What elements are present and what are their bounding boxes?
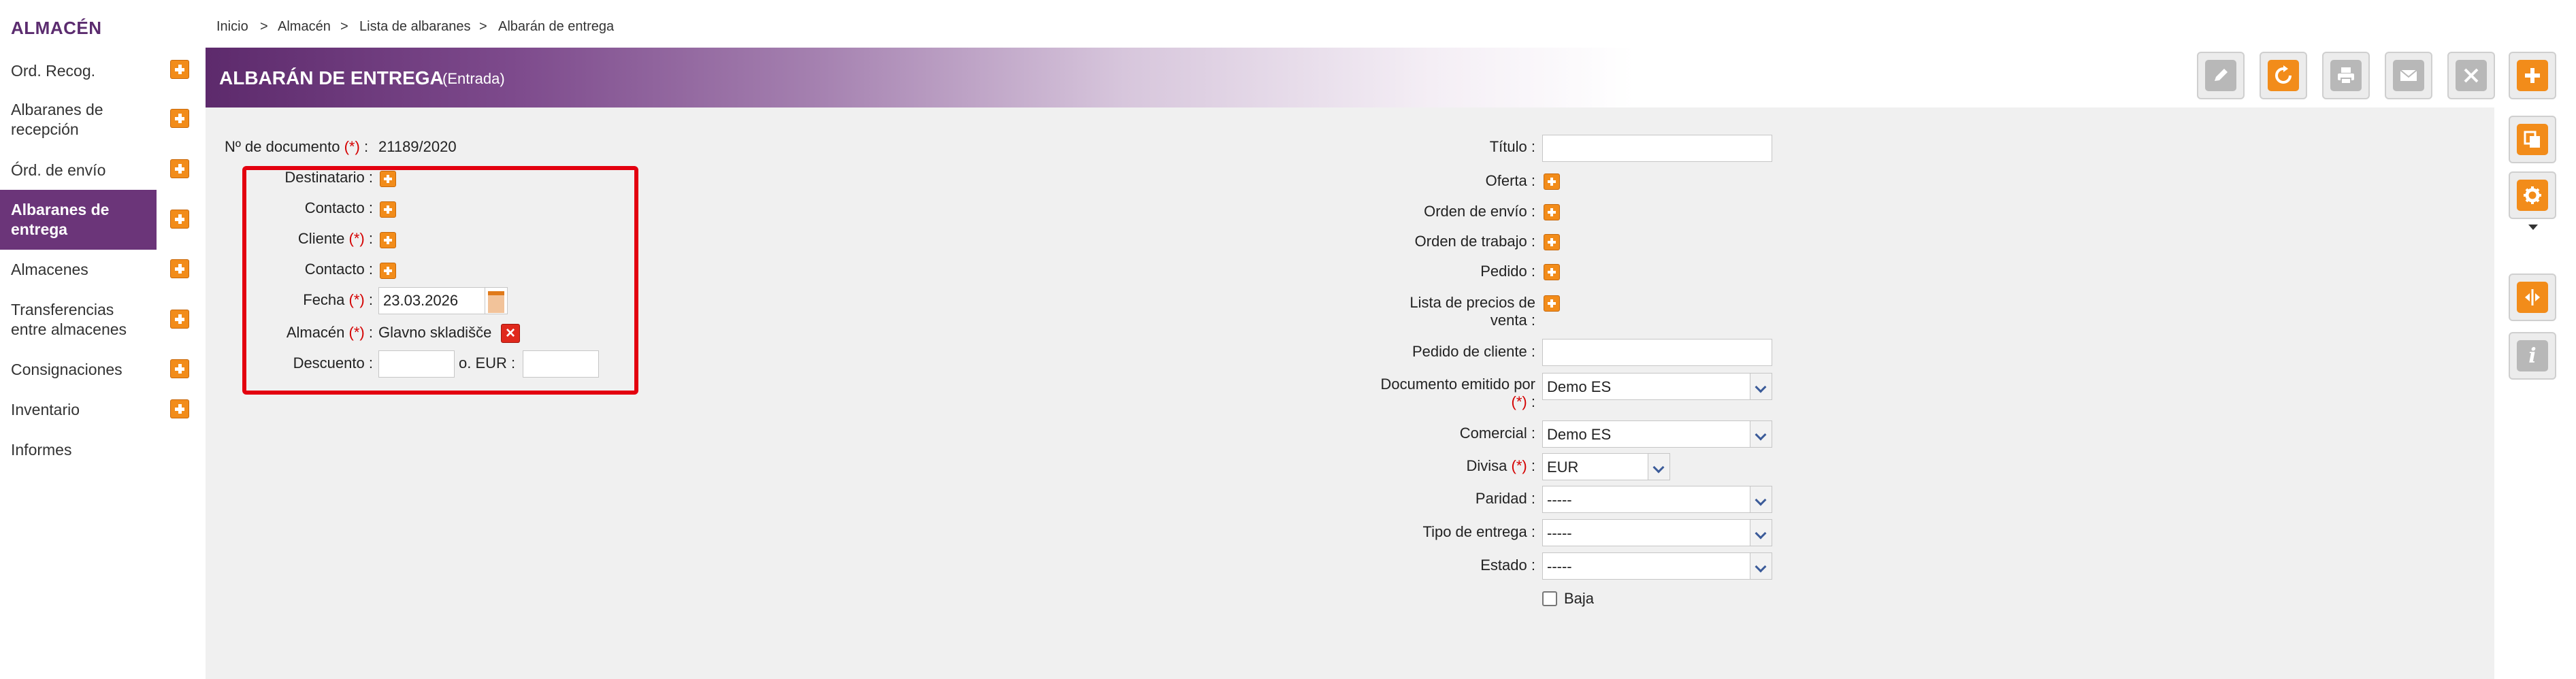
sidebar-item-label: Albaranes de entrega <box>11 201 110 238</box>
add-consignacion-icon[interactable] <box>170 359 189 378</box>
add-orden-trabajo-icon[interactable] <box>1544 234 1560 250</box>
sidebar-item-label: Inventario <box>11 400 80 418</box>
copy-button[interactable] <box>2509 116 2556 163</box>
sidebar-item-label: Informes <box>11 440 72 459</box>
baja-label: Baja <box>1564 590 1595 607</box>
close-icon <box>2456 60 2487 91</box>
comercial-label: Comercial : <box>1459 425 1535 442</box>
divisa-label: Divisa (*) : <box>1466 457 1536 474</box>
divisa-value: EUR <box>1547 459 1579 476</box>
estado-label: Estado : <box>1480 557 1535 574</box>
add-ord-envio-icon[interactable] <box>170 159 189 178</box>
edit-button[interactable] <box>2197 52 2245 99</box>
highlight-box <box>242 166 638 395</box>
comercial-value: Demo ES <box>1547 426 1612 443</box>
print-button[interactable] <box>2322 52 2370 99</box>
add-oferta-icon[interactable] <box>1544 173 1560 190</box>
add-albaran-recepcion-icon[interactable] <box>170 109 189 128</box>
add-lista-precios-icon[interactable] <box>1544 295 1560 312</box>
page-title: ALBARÁN DE ENTREGA <box>219 67 444 88</box>
edit-icon <box>2205 60 2236 91</box>
doc-number-value: 21189/2020 <box>378 138 457 155</box>
lista-precios-label: Lista de precios de venta : <box>1409 294 1535 329</box>
sidebar-item-label: Órd. de envío <box>11 161 106 179</box>
settings-dropdown-icon[interactable] <box>2528 225 2538 230</box>
titulo-input[interactable] <box>1542 135 1772 162</box>
sidebar: ALMACÉN Ord. Recog. Albaranes de recepci… <box>0 0 206 679</box>
breadcrumb-almacen[interactable]: Almacén <box>278 19 331 35</box>
copy-icon <box>2517 124 2548 155</box>
email-button[interactable] <box>2385 52 2432 99</box>
close-button[interactable] <box>2447 52 2495 99</box>
breadcrumb-separator: > <box>340 19 348 34</box>
breadcrumb-separator: > <box>260 19 268 34</box>
doc-emitido-select[interactable]: Demo ES <box>1542 373 1772 400</box>
breadcrumb-separator: > <box>479 19 487 34</box>
add-transferencia-icon[interactable] <box>170 310 189 329</box>
gear-icon <box>2517 180 2548 211</box>
breadcrumb-lista-albaranes[interactable]: Lista de albaranes <box>359 19 470 35</box>
sidebar-item-label: Almacenes <box>11 260 88 278</box>
chevron-down-icon <box>1750 374 1772 399</box>
sidebar-item-informes[interactable]: Informes <box>0 436 206 463</box>
pedido-cliente-input[interactable] <box>1542 339 1772 366</box>
pedido-cliente-label: Pedido de cliente : <box>1412 343 1535 360</box>
add-pedido-icon[interactable] <box>1544 264 1560 280</box>
baja-checkbox[interactable] <box>1542 591 1557 606</box>
add-inventario-icon[interactable] <box>170 399 189 418</box>
chevron-down-icon <box>1648 454 1669 480</box>
refresh-icon <box>2268 60 2299 91</box>
breadcrumb-inicio[interactable]: Inicio <box>216 19 248 35</box>
sidebar-item-label: Consignaciones <box>11 360 123 378</box>
breadcrumb: Inicio > Almacén > Lista de albaranes > … <box>206 0 2576 48</box>
add-icon <box>2517 60 2548 91</box>
doc-number-label: Nº de documento (*) : <box>225 138 369 155</box>
oferta-label: Oferta : <box>1485 172 1535 189</box>
chevron-down-icon <box>1750 520 1772 546</box>
page-subtitle: (Entrada) <box>442 70 505 87</box>
split-icon <box>2517 282 2548 313</box>
paridad-select[interactable]: ----- <box>1542 486 1772 513</box>
comercial-select[interactable]: Demo ES <box>1542 420 1772 448</box>
estado-select[interactable]: ----- <box>1542 552 1772 580</box>
tipo-entrega-label: Tipo de entrega : <box>1422 523 1535 540</box>
page-header <box>206 48 2247 107</box>
tipo-entrega-value: ----- <box>1547 525 1572 542</box>
print-icon <box>2330 60 2362 91</box>
breadcrumb-albaran-entrega: Albarán de entrega <box>498 19 615 34</box>
add-orden-envio-icon[interactable] <box>1544 204 1560 220</box>
doc-emitido-value: Demo ES <box>1547 378 1612 395</box>
info-button[interactable]: i <box>2509 332 2556 380</box>
sidebar-item-label: Albaranes de recepción <box>11 101 103 138</box>
orden-trabajo-label: Orden de trabajo : <box>1414 233 1535 250</box>
settings-button[interactable] <box>2509 171 2556 219</box>
split-button[interactable] <box>2509 274 2556 321</box>
sidebar-item-label: Transferencias entre almacenes <box>11 301 127 338</box>
titulo-label: Título : <box>1489 138 1535 155</box>
divisa-select[interactable]: EUR <box>1542 453 1670 480</box>
sidebar-item-label: Ord. Recog. <box>11 61 95 80</box>
sidebar-title: ALMACÉN <box>11 18 102 38</box>
orden-envio-label: Orden de envío : <box>1424 203 1535 220</box>
estado-value: ----- <box>1547 558 1572 575</box>
add-almacen-icon[interactable] <box>170 259 189 278</box>
sidebar-item-albaranes-entrega[interactable]: Albaranes de entrega <box>0 190 157 250</box>
doc-emitido-label: Documento emitido por (*) : <box>1380 376 1535 410</box>
add-ord-recog-icon[interactable] <box>170 60 189 79</box>
add-button[interactable] <box>2509 52 2556 99</box>
refresh-button[interactable] <box>2260 52 2307 99</box>
chevron-down-icon <box>1750 421 1772 447</box>
info-icon: i <box>2517 340 2548 371</box>
pedido-label: Pedido : <box>1480 263 1535 280</box>
chevron-down-icon <box>1750 486 1772 512</box>
mail-icon <box>2393 60 2424 91</box>
chevron-down-icon <box>1750 553 1772 579</box>
paridad-label: Paridad : <box>1475 490 1535 507</box>
paridad-value: ----- <box>1547 491 1572 508</box>
tipo-entrega-select[interactable]: ----- <box>1542 519 1772 546</box>
add-albaran-entrega-icon[interactable] <box>170 210 189 229</box>
